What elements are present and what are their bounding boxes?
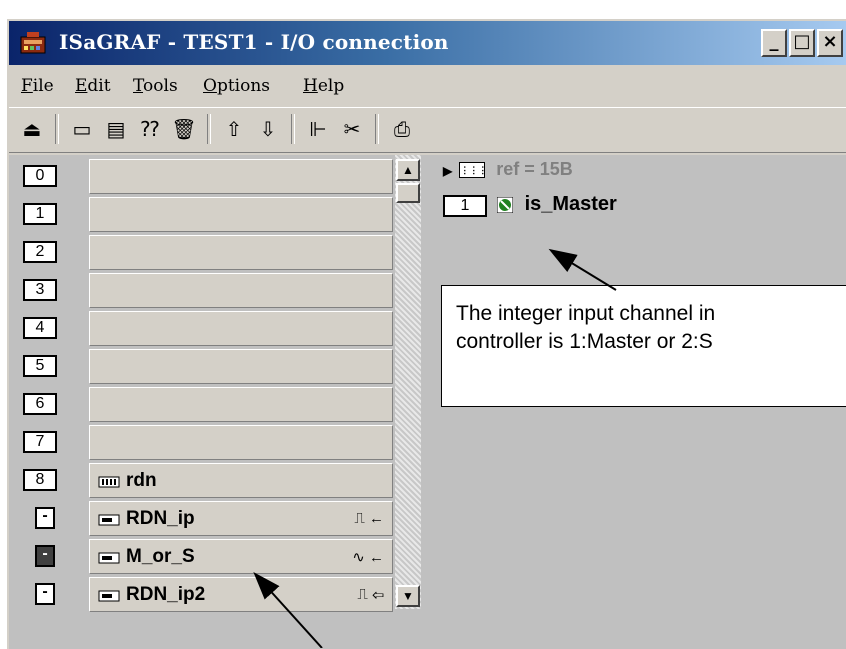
annotation-arrows — [253, 248, 617, 648]
callout-arrow — [548, 248, 617, 291]
m-or-s-arrow — [253, 572, 323, 648]
